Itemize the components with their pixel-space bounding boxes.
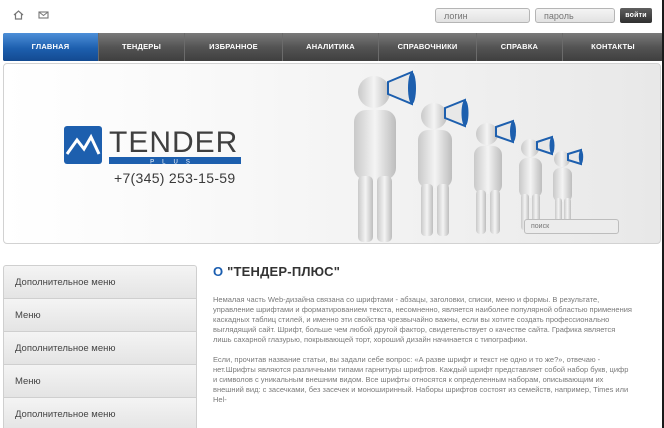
tender-plus-logo[interactable]: TENDER PLUS <box>64 122 244 170</box>
login-button[interactable]: войти <box>620 8 652 23</box>
side-menu-item[interactable]: Дополнительное меню <box>3 331 197 364</box>
main-content: О "ТЕНДЕР-ПЛЮС" Немалая часть Web-дизайн… <box>213 264 633 405</box>
side-menu-item[interactable]: Дополнительное меню <box>3 265 197 298</box>
content-paragraph: Немалая часть Web-дизайна связана со шри… <box>213 295 632 344</box>
nav-item-directories[interactable]: Справочники <box>379 33 477 61</box>
search-input[interactable] <box>524 219 619 234</box>
home-icon[interactable] <box>13 10 24 20</box>
megaphone-figures-illustration <box>304 64 604 243</box>
logo-word: TENDER <box>109 126 238 159</box>
nav-item-home[interactable]: Главная <box>3 33 99 61</box>
side-menu-item[interactable]: Меню <box>3 298 197 331</box>
mail-icon[interactable] <box>38 10 49 20</box>
nav-item-favorites[interactable]: Избранное <box>185 33 283 61</box>
nav-item-analytics[interactable]: Аналитика <box>283 33 379 61</box>
password-input[interactable] <box>535 8 615 23</box>
page-title: О "ТЕНДЕР-ПЛЮС" <box>213 264 633 279</box>
content-paragraph: Если, прочитав название статьи, вы задал… <box>213 355 629 404</box>
hero-banner: TENDER PLUS +7(345) 253-15-59 <box>3 63 661 244</box>
login-input[interactable] <box>435 8 530 23</box>
side-menu-item[interactable]: Дополнительное меню <box>3 397 197 428</box>
side-menu: Дополнительное меню Меню Дополнительное … <box>3 265 197 428</box>
nav-item-contacts[interactable]: Контакты <box>563 33 663 61</box>
nav-item-help[interactable]: Справка <box>477 33 563 61</box>
nav-item-tenders[interactable]: Тендеры <box>99 33 185 61</box>
phone-number: +7(345) 253-15-59 <box>114 170 236 186</box>
page-title-prefix: О <box>213 264 224 279</box>
logo-sub: PLUS <box>150 160 198 166</box>
top-bar: войти <box>0 0 664 30</box>
main-nav: Главная Тендеры Избранное Аналитика Спра… <box>3 33 663 61</box>
page-title-text: "ТЕНДЕР-ПЛЮС" <box>227 264 341 279</box>
side-menu-item[interactable]: Меню <box>3 364 197 397</box>
